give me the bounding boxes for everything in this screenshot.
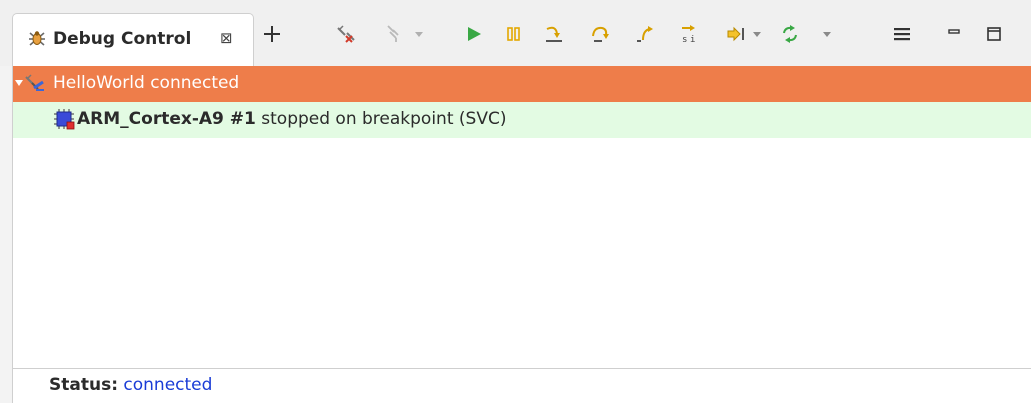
view-toolbar: Debug Control ⊠ s i bbox=[0, 0, 1031, 66]
connection-icon bbox=[25, 74, 44, 91]
disconnect-icon[interactable] bbox=[336, 24, 356, 44]
add-view-icon[interactable] bbox=[262, 24, 282, 44]
core-state: stopped on breakpoint (SVC) bbox=[261, 109, 507, 129]
step-out-icon[interactable] bbox=[635, 24, 655, 44]
tree-row-core[interactable]: ARM_Cortex-A9 #1 stopped on breakpoint (… bbox=[13, 102, 1031, 138]
svg-text:i: i bbox=[690, 35, 695, 44]
status-bar: Status: connected bbox=[12, 368, 1031, 403]
connection-label: HelloWorld connected bbox=[53, 73, 240, 93]
tab-close-icon[interactable]: ⊠ bbox=[220, 29, 233, 47]
refresh-icon[interactable] bbox=[780, 24, 800, 44]
dropdown-arrow-icon[interactable] bbox=[822, 24, 832, 44]
svg-text:s: s bbox=[682, 35, 687, 44]
run-to-line-icon[interactable] bbox=[726, 24, 746, 44]
continue-icon[interactable] bbox=[464, 24, 484, 44]
tree-row-connection[interactable]: HelloWorld connected bbox=[13, 66, 1031, 102]
pause-icon[interactable] bbox=[504, 24, 524, 44]
maximize-icon[interactable] bbox=[984, 24, 1004, 44]
cpu-core-icon bbox=[54, 109, 75, 130]
step-instruction-icon[interactable]: s i bbox=[678, 24, 698, 44]
core-name: ARM_Cortex-A9 #1 bbox=[77, 109, 256, 129]
dropdown-arrow-icon[interactable] bbox=[414, 24, 424, 44]
core-label: ARM_Cortex-A9 #1 stopped on breakpoint (… bbox=[77, 109, 506, 129]
view-menu-icon[interactable] bbox=[892, 24, 912, 44]
connect-icon[interactable] bbox=[384, 24, 404, 44]
tab-title: Debug Control bbox=[53, 29, 192, 49]
expand-twisty-icon[interactable] bbox=[15, 79, 23, 87]
step-over-icon[interactable] bbox=[590, 24, 610, 44]
debug-bug-icon bbox=[29, 31, 45, 46]
status-text: Status: connected bbox=[49, 375, 212, 395]
dropdown-arrow-icon[interactable] bbox=[752, 24, 762, 44]
minimize-icon[interactable] bbox=[944, 24, 964, 44]
status-value: connected bbox=[123, 375, 213, 395]
step-into-icon[interactable] bbox=[544, 24, 564, 44]
status-label: Status: bbox=[49, 375, 118, 395]
debug-tree: HelloWorld connected ARM_Cortex-A9 #1 st… bbox=[12, 66, 1031, 368]
tab-debug-control[interactable]: Debug Control ⊠ bbox=[12, 13, 254, 66]
